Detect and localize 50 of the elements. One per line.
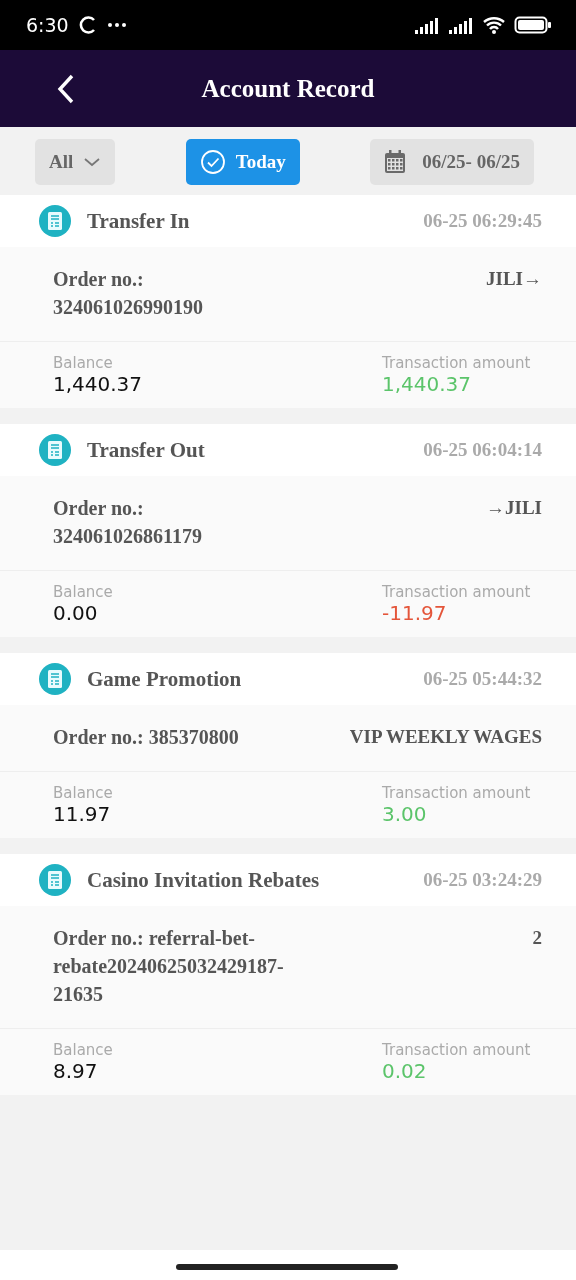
today-button[interactable]: Today [185, 139, 300, 185]
calendar-icon [384, 150, 407, 174]
amount-value: 1,440.37 [382, 372, 473, 396]
order-number: Order no.: referral-bet-rebate20240625032429187-21635 [53, 926, 285, 1007]
record-time: 06-25 05:44:32 [423, 668, 542, 690]
amount-label: Transaction amount [382, 784, 532, 802]
balance-label: Balance [53, 1041, 113, 1059]
balance-label: Balance [53, 583, 113, 601]
record-target: VIP WEEKLY WAGES [349, 725, 542, 749]
page-title: Account Record [201, 74, 375, 103]
record-title: Casino Invitation Rebates [87, 867, 320, 893]
record-title: Transfer In [87, 208, 190, 234]
record-time: 06-25 03:24:29 [423, 869, 542, 891]
receipt-icon [38, 433, 72, 467]
chevron-down-icon [83, 157, 102, 167]
balance-label: Balance [53, 354, 114, 372]
record-target: JILI→ [486, 267, 542, 291]
amount-value: 3.00 [382, 802, 428, 826]
order-number: Order no.: 385370800 [53, 725, 240, 750]
more-icon [106, 22, 127, 28]
battery-icon [514, 15, 552, 35]
receipt-icon [38, 204, 72, 238]
type-dropdown[interactable]: All [35, 139, 116, 185]
amount-value: 0.02 [382, 1059, 428, 1083]
order-number: Order no.: 324061026990190 [53, 267, 204, 320]
wifi-icon [482, 15, 506, 35]
date-range-button[interactable]: 06/25- 06/25 [370, 139, 534, 185]
record-title: Game Promotion [87, 666, 242, 692]
receipt-icon [38, 863, 72, 897]
amount-label: Transaction amount [382, 583, 532, 601]
balance-value: 11.97 [53, 802, 112, 826]
amount-value: -11.97 [382, 601, 448, 625]
receipt-icon [38, 662, 72, 696]
record-title: Transfer Out [87, 437, 205, 463]
record-target: →JILI [486, 496, 542, 520]
amount-label: Transaction amount [382, 354, 532, 372]
sync-icon [78, 15, 97, 35]
balance-value: 8.97 [53, 1059, 99, 1083]
signal-icon [414, 16, 440, 34]
balance-value: 1,440.37 [53, 372, 143, 396]
balance-value: 0.00 [53, 601, 99, 625]
order-number: Order no.: 324061026861179 [53, 496, 203, 549]
record-time: 06-25 06:29:45 [423, 210, 542, 232]
record-target: 2 [532, 926, 542, 950]
check-circle-icon [199, 149, 226, 175]
signal-icon [448, 16, 474, 34]
record-time: 06-25 06:04:14 [423, 439, 542, 461]
amount-label: Transaction amount [382, 1041, 532, 1059]
status-time: 6:30 [26, 14, 69, 36]
balance-label: Balance [53, 784, 113, 802]
